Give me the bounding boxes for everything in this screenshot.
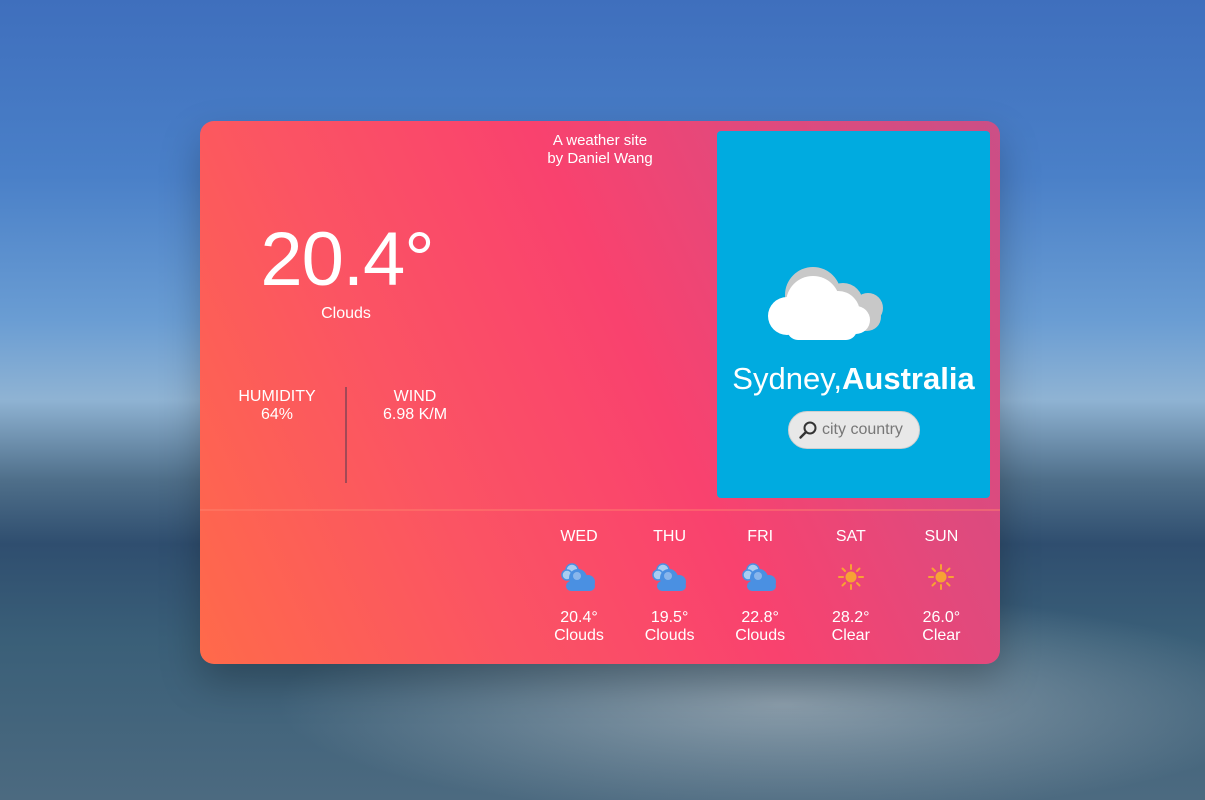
forecast-temp: 22.8° xyxy=(741,609,779,626)
forecast-temp: 28.2° xyxy=(832,609,870,626)
forecast-condition: Clear xyxy=(922,627,961,644)
humidity-stat: HUMIDITY 64% xyxy=(217,388,337,424)
cloud-sun-icon xyxy=(651,563,686,591)
forecast-day-label: SAT xyxy=(835,528,866,545)
cloud-sun-icon xyxy=(561,563,595,591)
wind-label: WIND xyxy=(393,388,437,405)
cloud-sun-icon xyxy=(742,563,777,591)
forecast-temp: 20.4° xyxy=(560,609,598,626)
forecast-strip: WED 20.4° Clouds THU 19.5° Clouds FRI 22.8° Clou… xyxy=(534,527,986,657)
wind-stat: WIND 6.98 K/M xyxy=(355,388,475,424)
forecast-temp: 19.5° xyxy=(650,609,689,626)
current-temperature: 20.4° xyxy=(260,217,434,302)
search-input[interactable] xyxy=(822,421,918,439)
site-credit: A weather site by Daniel Wang xyxy=(500,132,700,168)
stat-divider xyxy=(345,387,347,483)
forecast-day-label: WED xyxy=(560,528,598,545)
location-panel: Sydney,Australia xyxy=(717,131,990,498)
forecast-day-label: THU xyxy=(653,528,687,545)
credit-line-2: by Daniel Wang xyxy=(547,150,653,167)
humidity-value: 64% xyxy=(260,406,294,423)
forecast-day-thu: THU 19.5° Clouds xyxy=(625,527,715,645)
forecast-condition: Clear xyxy=(831,627,870,644)
search-box[interactable] xyxy=(788,411,920,449)
forecast-condition: Clouds xyxy=(554,627,604,644)
weather-card: A weather site by Daniel Wang 20.4° Clou… xyxy=(200,121,1000,664)
search-icon[interactable] xyxy=(798,420,818,440)
city-name: Sydney, xyxy=(732,361,843,396)
forecast-day-sat: SAT 28.2° Clear xyxy=(806,527,896,645)
forecast-day-label: FRI xyxy=(747,528,774,545)
sun-icon xyxy=(837,564,864,590)
section-divider xyxy=(200,509,1000,511)
wind-value: 6.98 K/M xyxy=(382,406,448,423)
forecast-day-sun: SUN 26.0° Clear xyxy=(896,527,986,645)
humidity-label: HUMIDITY xyxy=(238,388,316,405)
current-condition: Clouds xyxy=(321,305,371,322)
forecast-temp: 26.0° xyxy=(922,609,961,626)
forecast-condition: Clouds xyxy=(644,627,695,644)
credit-line-1: A weather site xyxy=(552,132,648,149)
sun-icon xyxy=(928,564,955,590)
cloud-icon xyxy=(768,267,883,340)
location-name: Sydney,Australia xyxy=(717,361,990,397)
forecast-day-label: SUN xyxy=(924,528,959,545)
forecast-condition: Clouds xyxy=(735,627,786,644)
country-name: Australia xyxy=(842,361,975,396)
forecast-day-fri: FRI 22.8° Clouds xyxy=(715,527,805,645)
forecast-day-wed: WED 20.4° Clouds xyxy=(534,527,624,645)
